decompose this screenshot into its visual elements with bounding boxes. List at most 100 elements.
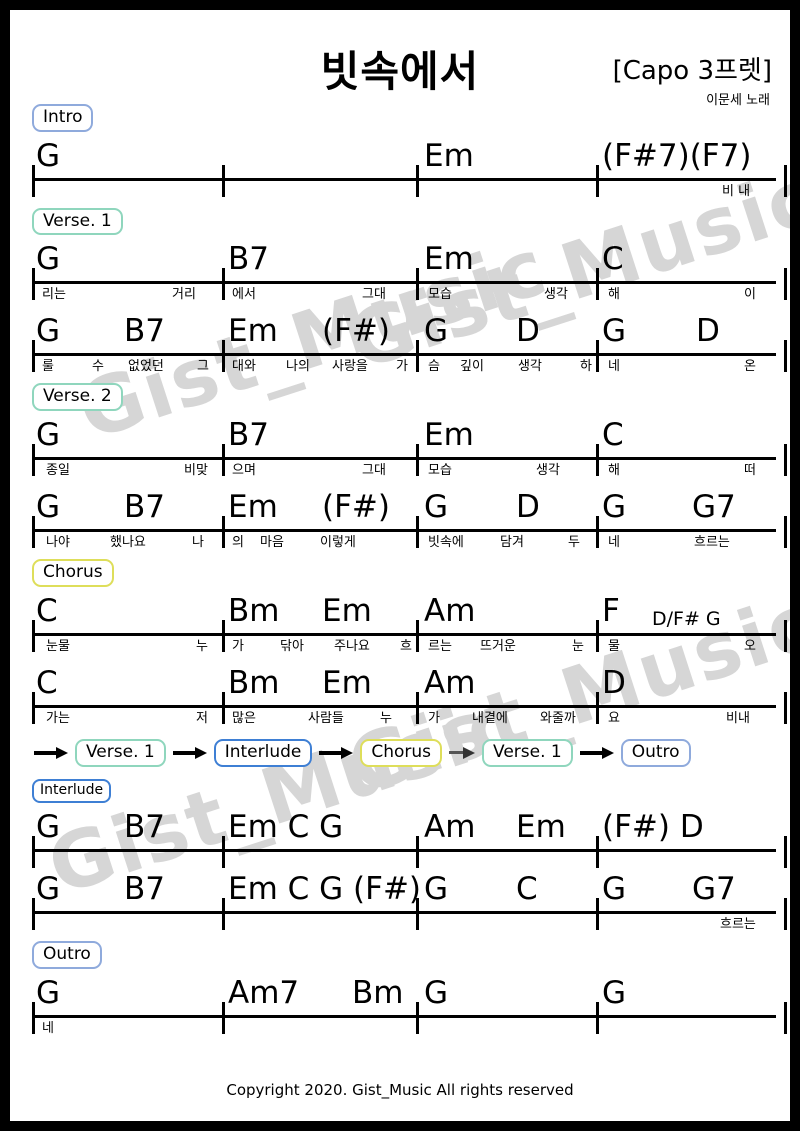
bar-line	[784, 619, 787, 652]
bar-line	[784, 268, 787, 301]
section-tag-row: Chorus	[10, 559, 790, 587]
chord-staff-line: G B7 Em (F#) G D G G7 나야 했나요 나 의 마음 이렇게 빗속에 담겨 두 네 흐르는	[32, 483, 787, 555]
chord-label: (F#)	[322, 313, 390, 350]
bar-line	[416, 691, 419, 724]
lyric-text: 생각	[536, 463, 560, 479]
flow-tag-chorus[interactable]: Chorus	[360, 738, 443, 767]
section-tag[interactable]: Verse. 2	[32, 383, 123, 412]
chord-label: G	[36, 241, 61, 278]
lyric-text: 눈	[572, 638, 584, 654]
bar-line	[32, 516, 35, 549]
chord-label: (F#7)(F7)	[602, 137, 752, 174]
chord-label: Em C G (F#)	[228, 871, 422, 908]
bar-line	[416, 164, 419, 197]
bar-line	[222, 340, 225, 373]
bar-line	[416, 1001, 419, 1034]
lyric-text: 했나요	[110, 535, 146, 551]
section-tag[interactable]: Intro	[32, 104, 94, 132]
chord-label: Em	[228, 489, 278, 526]
flow-tag-interlude[interactable]: Interlude	[213, 738, 313, 767]
chord-label: Bm	[228, 664, 280, 701]
bar-line	[596, 619, 599, 652]
lyric-text: 많은	[232, 710, 256, 726]
lyric-text: 나야	[46, 535, 70, 551]
lyric-text: 누	[380, 710, 392, 726]
lyric-text: 으며	[232, 463, 256, 479]
bar-line	[784, 516, 787, 549]
chord-label: Em	[424, 137, 474, 174]
bar-line	[222, 691, 225, 724]
section-flow-diagram: Verse. 1 Interlude Chorus Verse. 1 Outro	[10, 731, 790, 775]
chord-label: G	[36, 137, 61, 174]
lyric-text: 네	[608, 535, 620, 551]
bar-line	[596, 340, 599, 373]
lyric-text: 슴	[428, 359, 440, 375]
lyric-text: 수	[92, 359, 104, 375]
chord-staff-line: G B7 Em (F#) G D G D 룰 수 없었던 그 대와 나의 사랑을 가 슴 깊이 생각 하 네 온	[32, 307, 787, 379]
lyric-text: 종일	[46, 463, 70, 479]
chord-sheet-page: Gist_Music Gist_Music Gist_Music Gist_Mu…	[10, 10, 790, 1121]
bar-line	[222, 268, 225, 301]
lyric-text: 대와	[232, 359, 256, 375]
chord-label: Bm	[352, 974, 404, 1011]
flow-tag-verse-1[interactable]: Verse. 1	[75, 738, 166, 767]
lyric-text: 네	[608, 359, 620, 375]
section-tag[interactable]: Verse. 1	[32, 207, 123, 236]
lyric-text: 해	[608, 463, 620, 479]
lyric-text: 뜨거운	[480, 638, 516, 654]
lyric-text: 마음	[260, 535, 284, 551]
flow-arrow-icon	[172, 746, 207, 759]
chord-label: Am	[424, 592, 476, 629]
chord-label: G	[602, 313, 627, 350]
lyric-text: 오	[744, 638, 756, 654]
chord-label: G	[602, 974, 627, 1011]
chord-label: G	[36, 489, 61, 526]
lyric-text: 그대	[362, 287, 386, 303]
lyric-text: 저	[196, 710, 208, 726]
bar-line	[784, 444, 787, 477]
staff-rule	[32, 849, 776, 853]
lyric-text: 흐르는	[720, 917, 756, 933]
lyric-text: 가	[428, 710, 440, 726]
chord-staff-line: G B7 Em C 종일 비맞 으며 그대 모습 생각 해 떠	[32, 411, 787, 483]
section-tag-row: Intro	[10, 104, 790, 132]
section-tag[interactable]: Outro	[32, 941, 102, 969]
bar-line	[222, 1001, 225, 1034]
lyric-text: 나의	[286, 359, 310, 375]
chord-label: G	[424, 871, 449, 908]
section-tag[interactable]: Interlude	[32, 778, 112, 804]
chord-label: G	[424, 489, 449, 526]
lyric-text: 모습	[428, 287, 452, 303]
bar-line	[784, 164, 787, 197]
bar-line	[32, 444, 35, 477]
chord-staff-line: G Am7 Bm G G 네	[32, 969, 787, 1041]
chord-label: G	[602, 871, 627, 908]
flow-tag-verse-1[interactable]: Verse. 1	[482, 738, 573, 767]
bar-line	[596, 444, 599, 477]
chord-label: D	[516, 489, 540, 526]
bar-line	[222, 516, 225, 549]
chord-label: B7	[124, 313, 165, 350]
lyric-text: 두	[568, 535, 580, 551]
lyric-text: 빗속에	[428, 535, 464, 551]
chord-label: Em	[516, 809, 566, 846]
chord-label: Em	[322, 664, 372, 701]
section-tag[interactable]: Chorus	[32, 559, 114, 587]
bar-line	[32, 340, 35, 373]
chord-label: Am7	[228, 974, 300, 1011]
bar-line	[416, 444, 419, 477]
lyric-text: 생각	[544, 287, 568, 303]
bar-line	[784, 898, 787, 931]
lyric-text: 이	[744, 287, 756, 303]
chord-label: Bm	[228, 592, 280, 629]
chord-label: Em	[228, 313, 278, 350]
chord-label: D	[696, 313, 720, 350]
lyric-text: 가	[396, 359, 408, 375]
chord-label: B7	[228, 417, 269, 454]
lyric-text: 의	[232, 535, 244, 551]
lyric-text: 닦아	[280, 638, 304, 654]
staff-rule	[32, 1014, 776, 1018]
lyric-text: 생각	[518, 359, 542, 375]
flow-tag-outro[interactable]: Outro	[620, 738, 691, 767]
copyright-footer: Copyright 2020. Gist_Music All rights re…	[226, 1081, 574, 1099]
